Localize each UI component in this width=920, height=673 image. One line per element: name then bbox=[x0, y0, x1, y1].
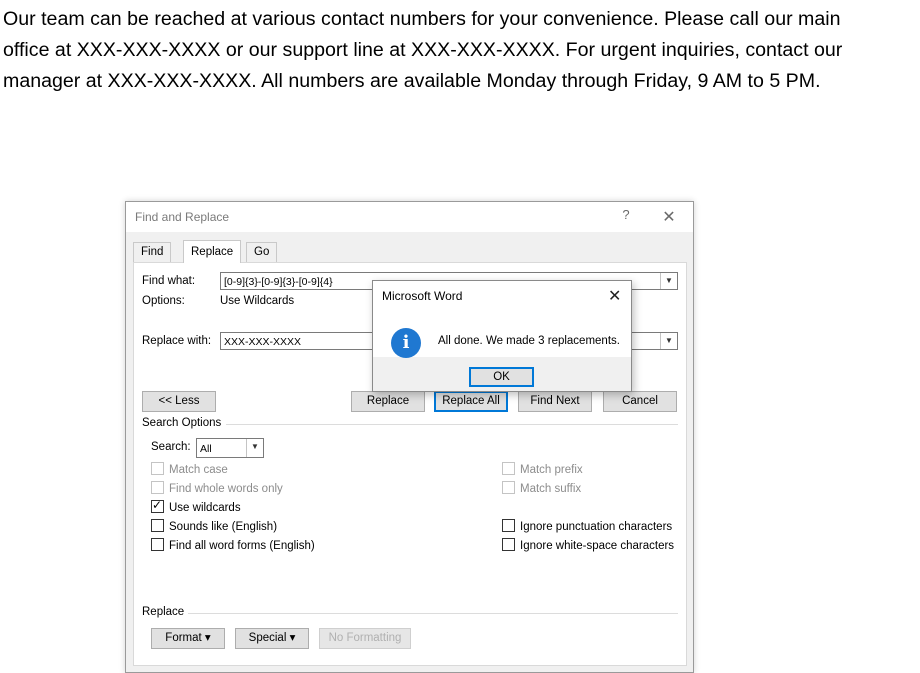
no-formatting-button[interactable]: No Formatting bbox=[319, 628, 411, 649]
ignore-whitespace-box[interactable] bbox=[502, 538, 515, 551]
whole-words-label: Find whole words only bbox=[169, 483, 283, 495]
ignore-whitespace-checkbox[interactable]: Ignore white-space characters bbox=[502, 538, 674, 553]
search-options-divider bbox=[226, 424, 678, 425]
replace-with-label: Replace with: bbox=[142, 335, 212, 347]
use-wildcards-label: Use wildcards bbox=[169, 502, 241, 514]
sounds-like-label: Sounds like (English) bbox=[169, 521, 278, 533]
whole-words-checkbox[interactable]: Find whole words only bbox=[151, 481, 283, 496]
tab-replace-label: Replace bbox=[191, 246, 234, 258]
replace-all-button[interactable]: Replace All bbox=[434, 391, 508, 412]
find-what-value: [0-9]{3}-[0-9]{3}-[0-9]{4} bbox=[224, 276, 333, 288]
word-forms-checkbox[interactable]: Find all word forms (English) bbox=[151, 538, 315, 553]
options-value: Use Wildcards bbox=[220, 295, 295, 307]
cancel-button[interactable]: Cancel bbox=[603, 391, 677, 412]
word-forms-box[interactable] bbox=[151, 538, 164, 551]
help-button[interactable]: ? bbox=[618, 207, 634, 225]
replace-section-heading: Replace bbox=[142, 606, 185, 618]
use-wildcards-box[interactable]: ✓ bbox=[151, 498, 164, 513]
ignore-whitespace-label: Ignore white-space characters bbox=[520, 540, 675, 552]
search-direction-value: All bbox=[200, 443, 212, 455]
whole-words-box[interactable] bbox=[151, 481, 164, 494]
replace-with-dropdown-icon[interactable]: ▼ bbox=[660, 333, 677, 349]
message-box-text: All done. We made 3 replacements. bbox=[438, 335, 620, 347]
search-direction-dropdown-icon[interactable]: ▼ bbox=[246, 439, 263, 457]
tab-find-label: Find bbox=[141, 246, 164, 258]
document-paragraph: Our team can be reached at various conta… bbox=[3, 8, 843, 92]
sounds-like-checkbox[interactable]: Sounds like (English) bbox=[151, 519, 277, 534]
ignore-punctuation-label: Ignore punctuation characters bbox=[520, 521, 673, 533]
match-prefix-checkbox[interactable]: Match prefix bbox=[502, 462, 583, 477]
find-what-dropdown-icon[interactable]: ▼ bbox=[660, 273, 677, 289]
ignore-punctuation-checkbox[interactable]: Ignore punctuation characters bbox=[502, 519, 672, 534]
format-button[interactable]: Format ▾ bbox=[151, 628, 225, 649]
match-prefix-box[interactable] bbox=[502, 462, 515, 475]
use-wildcards-checkbox[interactable]: ✓ Use wildcards bbox=[151, 498, 241, 515]
options-label: Options: bbox=[142, 295, 185, 307]
message-box-close-button[interactable]: ✕ bbox=[608, 286, 621, 306]
search-options-heading: Search Options bbox=[142, 417, 222, 429]
less-button[interactable]: << Less bbox=[142, 391, 216, 412]
find-next-button[interactable]: Find Next bbox=[518, 391, 592, 412]
search-label: Search: bbox=[151, 441, 191, 453]
tab-goto[interactable]: Go To bbox=[246, 242, 278, 277]
match-suffix-label: Match suffix bbox=[520, 483, 582, 495]
special-button[interactable]: Special ▾ bbox=[235, 628, 309, 649]
close-button[interactable]: ✕ bbox=[661, 207, 677, 226]
tab-find[interactable]: Find bbox=[133, 242, 172, 262]
find-what-label: Find what: bbox=[142, 275, 196, 287]
match-suffix-checkbox[interactable]: Match suffix bbox=[502, 481, 581, 496]
replace-button[interactable]: Replace bbox=[351, 391, 425, 412]
match-prefix-label: Match prefix bbox=[520, 464, 583, 476]
match-case-box[interactable] bbox=[151, 462, 164, 475]
ignore-punctuation-box[interactable] bbox=[502, 519, 515, 532]
match-suffix-box[interactable] bbox=[502, 481, 515, 494]
find-replace-dialog: Find and Replace ? ✕ Find Replace Go To … bbox=[125, 201, 694, 673]
sounds-like-box[interactable] bbox=[151, 519, 164, 532]
match-case-checkbox[interactable]: Match case bbox=[151, 462, 228, 477]
replace-with-value: XXX-XXX-XXXX bbox=[224, 336, 302, 348]
word-forms-label: Find all word forms (English) bbox=[169, 540, 315, 552]
match-case-label: Match case bbox=[169, 464, 228, 476]
tab-replace[interactable]: Replace bbox=[183, 240, 242, 263]
checkmark-icon: ✓ bbox=[152, 498, 163, 512]
dialog-title: Find and Replace bbox=[135, 210, 230, 224]
message-box-title: Microsoft Word bbox=[382, 289, 463, 303]
message-box: Microsoft Word ✕ i All done. We made 3 r… bbox=[372, 280, 632, 392]
info-icon: i bbox=[391, 328, 421, 358]
search-direction-select[interactable]: All ▼ bbox=[196, 438, 264, 458]
ok-button[interactable]: OK bbox=[469, 367, 534, 387]
replace-section-divider bbox=[188, 613, 678, 614]
